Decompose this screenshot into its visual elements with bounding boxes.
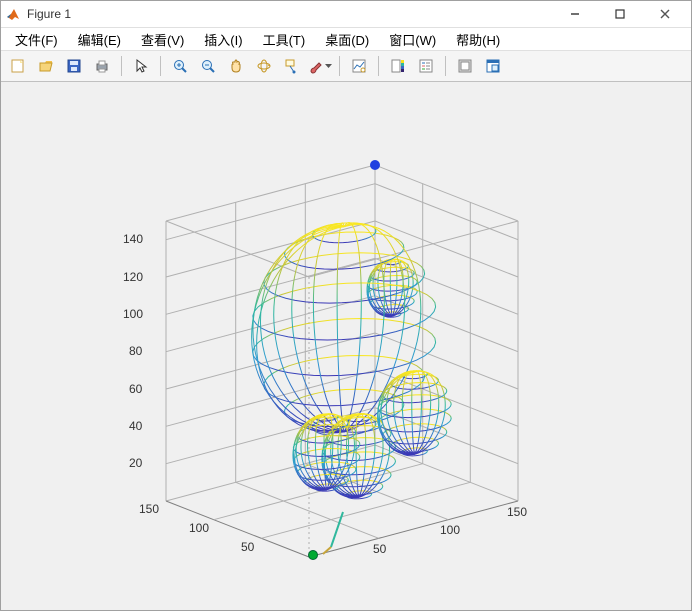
pan-icon[interactable] (223, 53, 249, 79)
menubar: 文件(F) 编辑(E) 查看(V) 插入(I) 工具(T) 桌面(D) 窗口(W… (1, 28, 691, 51)
z-tick: 40 (129, 419, 142, 433)
z-tick: 80 (129, 344, 142, 358)
z-tick: 120 (123, 270, 143, 284)
y-tick: 100 (189, 521, 209, 535)
open-icon[interactable] (33, 53, 59, 79)
axes-canvas[interactable]: 20 40 60 80 100 120 140 50 100 150 50 10… (1, 82, 691, 610)
data-cursor-icon[interactable] (279, 53, 305, 79)
menu-insert[interactable]: 插入(I) (194, 28, 252, 51)
menu-window[interactable]: 窗口(W) (379, 28, 446, 51)
z-tick: 140 (123, 232, 143, 246)
new-figure-icon[interactable] (5, 53, 31, 79)
z-tick: 20 (129, 456, 142, 470)
menu-desktop[interactable]: 桌面(D) (315, 28, 379, 51)
insert-legend-icon[interactable] (413, 53, 439, 79)
y-tick: 50 (241, 540, 254, 554)
rotate3d-icon[interactable] (251, 53, 277, 79)
z-tick: 60 (129, 382, 142, 396)
toolbar-divider (339, 56, 340, 76)
dock-icon[interactable] (480, 53, 506, 79)
hide-tools-icon[interactable] (452, 53, 478, 79)
z-tick: 100 (123, 307, 143, 321)
toolbar (1, 51, 691, 82)
menu-tools[interactable]: 工具(T) (253, 28, 316, 51)
point-top (370, 160, 380, 170)
matlab-app-icon (5, 6, 21, 22)
x-tick: 100 (440, 523, 460, 537)
spheres-group (252, 223, 452, 499)
menu-help[interactable]: 帮助(H) (446, 28, 510, 51)
window-title: Figure 1 (27, 7, 71, 21)
figure-window: Figure 1 文件(F) 编辑(E) 查看(V) 插入(I) 工具(T) 桌… (0, 0, 692, 611)
floor-segment2 (323, 547, 331, 554)
save-icon[interactable] (61, 53, 87, 79)
print-icon[interactable] (89, 53, 115, 79)
menu-edit[interactable]: 编辑(E) (68, 28, 131, 51)
toolbar-divider (121, 56, 122, 76)
close-button[interactable] (642, 1, 687, 27)
x-tick: 50 (373, 542, 386, 556)
menu-file[interactable]: 文件(F) (5, 28, 68, 51)
toolbar-divider (378, 56, 379, 76)
pointer-icon[interactable] (128, 53, 154, 79)
axes3d[interactable]: 20 40 60 80 100 120 140 50 100 150 50 10… (61, 112, 621, 592)
link-plot-icon[interactable] (346, 53, 372, 79)
titlebar: Figure 1 (1, 1, 691, 28)
point-origin (309, 551, 318, 560)
x-tick: 150 (507, 505, 527, 519)
zoom-out-icon[interactable] (195, 53, 221, 79)
y-tick: 150 (139, 502, 159, 516)
toolbar-divider (160, 56, 161, 76)
brush-icon[interactable] (307, 53, 333, 79)
sphere (252, 223, 436, 436)
toolbar-divider (445, 56, 446, 76)
maximize-button[interactable] (597, 1, 642, 27)
zoom-in-icon[interactable] (167, 53, 193, 79)
insert-colorbar-icon[interactable] (385, 53, 411, 79)
minimize-button[interactable] (552, 1, 597, 27)
floor-segment (331, 512, 343, 547)
menu-view[interactable]: 查看(V) (131, 28, 194, 51)
